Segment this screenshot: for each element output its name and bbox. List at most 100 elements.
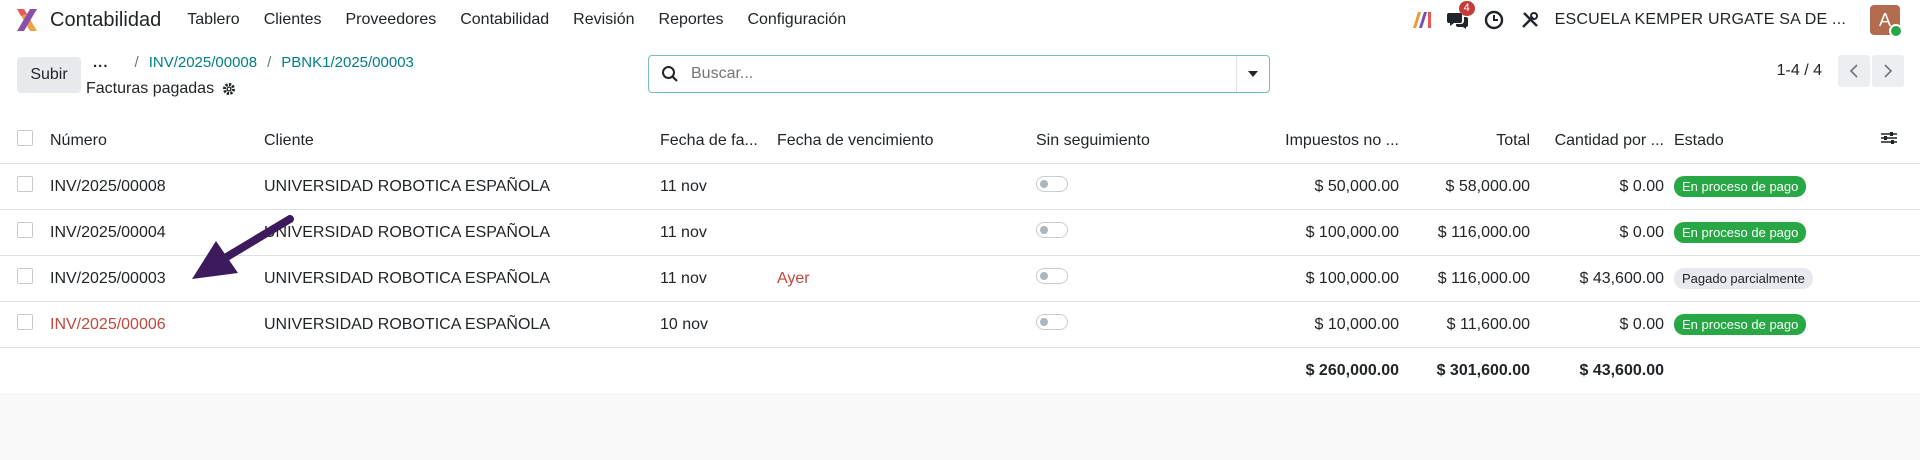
ai-icon[interactable] — [1411, 9, 1433, 31]
row-end-cell — [1880, 209, 1920, 256]
cell-taxes: $ 100,000.00 — [1193, 255, 1399, 302]
cell-total: $ 116,000.00 — [1399, 255, 1530, 302]
header-taxes[interactable]: Impuestos no ... — [1193, 118, 1399, 164]
search-options-toggle[interactable] — [1236, 56, 1269, 92]
menu-clientes[interactable]: Clientes — [252, 11, 334, 29]
header-amount-due[interactable]: Cantidad por ... — [1530, 118, 1664, 164]
table-header-row: Número Cliente Fecha de fa... Fecha de v… — [0, 118, 1920, 164]
upload-button[interactable]: Subir — [17, 57, 81, 93]
row-checkbox[interactable] — [17, 268, 33, 284]
no-follow-toggle[interactable] — [1036, 268, 1068, 284]
cell-total: $ 11,600.00 — [1399, 301, 1530, 348]
row-checkbox[interactable] — [17, 314, 33, 330]
cell-amount-due: $ 0.00 — [1530, 301, 1664, 348]
no-follow-toggle[interactable] — [1036, 176, 1068, 192]
menu-configuracion[interactable]: Configuración — [735, 11, 858, 29]
menu-proveedores[interactable]: Proveedores — [334, 11, 449, 29]
select-all-checkbox[interactable] — [17, 130, 33, 146]
no-follow-toggle[interactable] — [1036, 222, 1068, 238]
cell-status: En proceso de pago — [1664, 301, 1880, 348]
online-status-dot — [1889, 24, 1903, 38]
total-total: $ 301,600.00 — [1436, 361, 1530, 379]
messages-badge: 4 — [1458, 1, 1475, 16]
row-checkbox[interactable] — [17, 176, 33, 192]
user-avatar[interactable]: A — [1870, 5, 1903, 38]
breadcrumb-more[interactable]: ... — [93, 54, 109, 71]
search-input[interactable] — [689, 64, 1236, 84]
chevron-left-icon — [1849, 64, 1858, 78]
row-end-cell — [1880, 301, 1920, 348]
pager: 1-4 / 4 — [1777, 55, 1904, 87]
header-due-date[interactable]: Fecha de vencimiento — [777, 118, 1036, 164]
header-number[interactable]: Número — [50, 118, 264, 164]
status-badge: En proceso de pago — [1674, 222, 1807, 243]
company-switcher[interactable]: ESCUELA KEMPER URGATE SA DE ... — [1555, 11, 1846, 29]
status-badge: En proceso de pago — [1674, 176, 1807, 197]
row-checkbox[interactable] — [17, 222, 33, 238]
pager-next-button[interactable] — [1872, 55, 1904, 87]
top-navbar: Contabilidad Tablero Clientes Proveedore… — [0, 0, 1920, 40]
breadcrumb: ... / INV/2025/00008 / PBNK1/2025/00003 — [93, 54, 414, 71]
cell-no-follow — [1036, 255, 1193, 302]
menu-contabilidad[interactable]: Contabilidad — [448, 11, 561, 29]
column-settings-icon[interactable] — [1880, 130, 1898, 146]
cell-amount-due: $ 0.00 — [1530, 209, 1664, 256]
total-taxes: $ 260,000.00 — [1305, 361, 1399, 379]
cell-due-date — [777, 301, 1036, 348]
row-end-cell — [1880, 163, 1920, 210]
totals-end — [1664, 348, 1920, 394]
page-title-text: Facturas pagadas — [86, 80, 215, 97]
header-invoice-date[interactable]: Fecha de fa... — [660, 118, 777, 164]
cell-number: INV/2025/00008 — [50, 163, 264, 210]
menu-revision[interactable]: Revisión — [561, 11, 646, 29]
breadcrumb-payment-link[interactable]: PBNK1/2025/00003 — [281, 54, 414, 71]
page-title: Facturas pagadas — [86, 80, 236, 98]
cell-due-date: Ayer — [777, 255, 1036, 302]
pager-previous-button[interactable] — [1838, 55, 1870, 87]
caret-down-icon — [1248, 71, 1258, 77]
menu-tablero[interactable]: Tablero — [175, 11, 251, 29]
status-badge: En proceso de pago — [1674, 314, 1807, 335]
messages-icon[interactable]: 4 — [1446, 1, 1475, 31]
totals-row: $ 260,000.00 $ 301,600.00 $ 43,600.00 — [0, 348, 1920, 394]
control-panel: Subir ... / INV/2025/00008 / PBNK1/2025/… — [0, 40, 1920, 119]
app-brand[interactable]: Contabilidad — [14, 7, 161, 33]
row-select-cell — [0, 301, 50, 348]
search-bar — [648, 55, 1270, 93]
clock-icon[interactable] — [1483, 9, 1505, 31]
breadcrumb-invoice-link[interactable]: INV/2025/00008 — [149, 54, 257, 71]
header-status[interactable]: Estado — [1664, 118, 1880, 164]
chevron-right-icon — [1884, 64, 1893, 78]
cell-client: UNIVERSIDAD ROBOTICA ESPAÑOLA — [264, 255, 660, 302]
row-select-cell — [0, 209, 50, 256]
cell-invoice-date: 11 nov — [660, 255, 777, 302]
optional-columns-cell — [1880, 118, 1920, 164]
header-client[interactable]: Cliente — [264, 118, 660, 164]
cell-amount-due: $ 43,600.00 — [1530, 255, 1664, 302]
status-badge: Pagado parcialmente — [1674, 268, 1813, 289]
cell-total: $ 116,000.00 — [1399, 209, 1530, 256]
tools-icon[interactable] — [1519, 9, 1541, 31]
cell-invoice-date: 11 nov — [660, 163, 777, 210]
select-all-cell — [0, 118, 50, 164]
pager-value[interactable]: 1-4 / 4 — [1777, 62, 1822, 80]
cell-invoice-date: 11 nov — [660, 209, 777, 256]
breadcrumb-separator: / — [267, 54, 272, 71]
cell-due-date — [777, 163, 1036, 210]
cell-no-follow — [1036, 209, 1193, 256]
menu-reportes[interactable]: Reportes — [647, 11, 736, 29]
cell-invoice-date: 10 nov — [660, 301, 777, 348]
table-row[interactable]: INV/2025/00008 UNIVERSIDAD ROBOTICA ESPA… — [0, 163, 1920, 210]
cell-client: UNIVERSIDAD ROBOTICA ESPAÑOLA — [264, 163, 660, 210]
cell-no-follow — [1036, 301, 1193, 348]
table-row[interactable]: INV/2025/00006 UNIVERSIDAD ROBOTICA ESPA… — [0, 301, 1920, 348]
totals-spacer — [0, 348, 1193, 394]
gear-icon[interactable] — [222, 82, 236, 96]
cell-client: UNIVERSIDAD ROBOTICA ESPAÑOLA — [264, 301, 660, 348]
no-follow-toggle[interactable] — [1036, 314, 1068, 330]
row-end-cell — [1880, 255, 1920, 302]
header-no-follow[interactable]: Sin seguimiento — [1036, 118, 1193, 164]
cell-number: INV/2025/00006 — [50, 301, 264, 348]
header-total[interactable]: Total — [1399, 118, 1530, 164]
breadcrumb-separator: / — [134, 54, 139, 71]
